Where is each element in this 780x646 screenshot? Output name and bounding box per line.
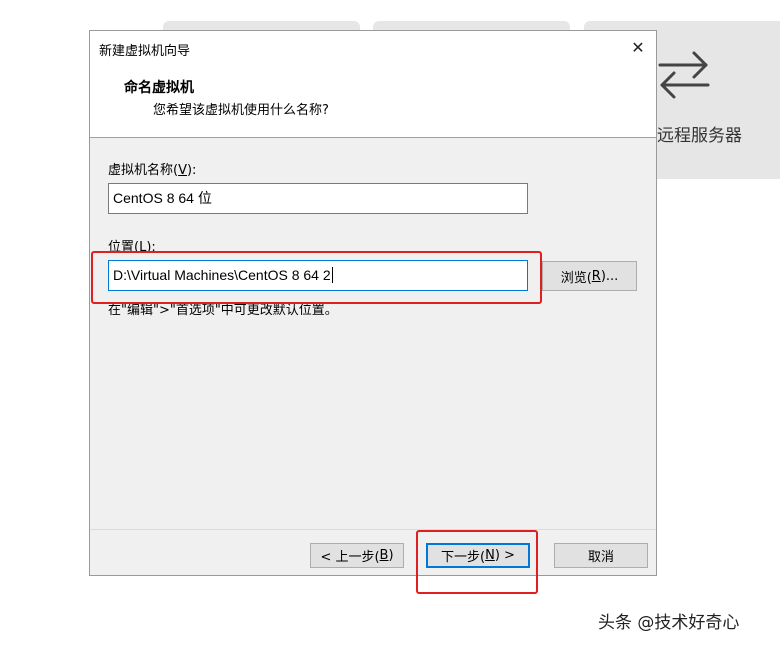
swap-arrows-icon [658, 51, 710, 99]
vm-name-value: CentOS 8 64 位 [113, 190, 212, 206]
vm-name-input[interactable]: CentOS 8 64 位 [108, 183, 528, 214]
page-subheading: 您希望该虚拟机使用什么名称? [153, 103, 329, 118]
vm-name-label: 虚拟机名称(V): [108, 163, 197, 178]
remote-server-label: 远程服务器 [657, 126, 742, 146]
back-button[interactable]: < 上一步(B) [310, 543, 404, 568]
cancel-button[interactable]: 取消 [554, 543, 648, 568]
page-heading: 命名虚拟机 [124, 80, 194, 96]
close-icon[interactable]: ✕ [626, 35, 650, 59]
dialog-title: 新建虚拟机向导 [99, 44, 191, 59]
dialog-header: 新建虚拟机向导 ✕ 命名虚拟机 您希望该虚拟机使用什么名称? [90, 31, 656, 138]
browse-button[interactable]: 浏览(R)... [542, 261, 637, 291]
next-button-highlight-box [416, 530, 538, 594]
watermark: 头条 @技术好奇心 [598, 613, 740, 633]
location-highlight-box [91, 251, 542, 304]
